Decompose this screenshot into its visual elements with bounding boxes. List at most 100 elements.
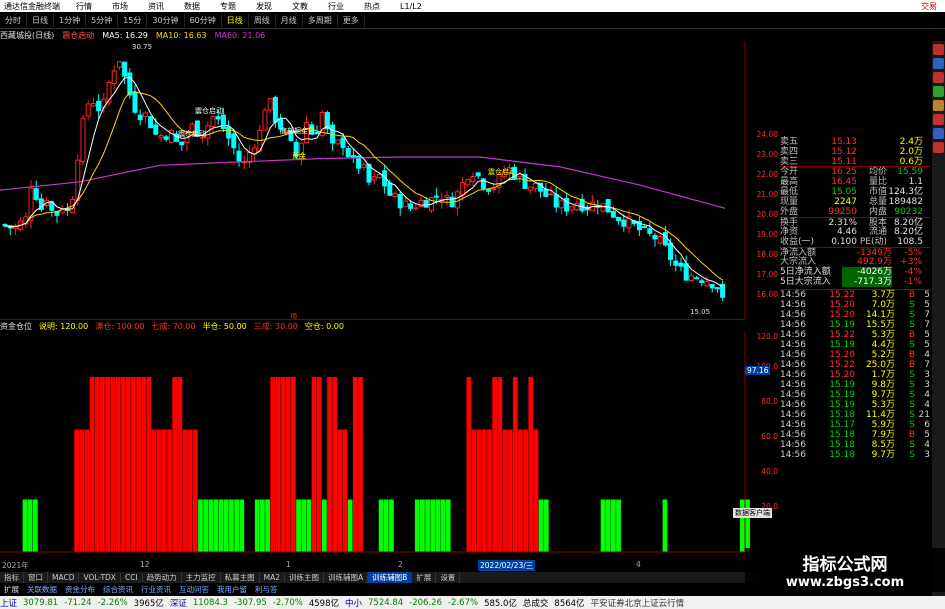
tab-cci[interactable]: CCI xyxy=(121,573,143,582)
position-bar xyxy=(616,499,621,552)
position-bar xyxy=(425,499,430,552)
period-monthly[interactable]: 月线 xyxy=(276,13,303,27)
turnover-value: 2.31% xyxy=(828,218,857,228)
tab-vol[interactable]: VOL-TDX xyxy=(79,573,121,582)
menu-item-discover[interactable]: 发现 xyxy=(246,1,282,12)
tick-row: 14:56 15.22 5.3万 B 5 xyxy=(780,330,930,340)
tab-macd[interactable]: MACD xyxy=(48,573,80,582)
tick-volume: 7.9万 xyxy=(871,430,895,440)
side-tool-icon[interactable] xyxy=(933,86,944,97)
period-weekly[interactable]: 周线 xyxy=(249,13,276,27)
period-daily-1[interactable]: 日线 xyxy=(27,13,54,27)
tab-extend[interactable]: 扩展 xyxy=(412,572,437,583)
tick-row: 14:56 15.18 7.9万 B 5 xyxy=(780,430,930,440)
candle-body xyxy=(236,150,242,163)
tick-row: 14:56 15.20 1.7万 S 3 xyxy=(780,370,930,380)
tick-side: S xyxy=(909,400,915,410)
side-tool-icon[interactable] xyxy=(933,72,944,83)
side-tool-icon[interactable] xyxy=(933,128,944,139)
candle-body xyxy=(101,98,107,109)
candle-body xyxy=(460,182,466,196)
sell4-vol: 2.0万 xyxy=(899,147,923,157)
period-5min[interactable]: 5分钟 xyxy=(86,13,119,27)
tab-settings[interactable]: 设置 xyxy=(436,572,461,583)
period-30min[interactable]: 30分钟 xyxy=(147,13,185,27)
avg-value: 15.59 xyxy=(897,167,923,177)
position-bar xyxy=(146,377,152,552)
period-multi[interactable]: 多周期 xyxy=(303,13,338,27)
quote-row: 最低 15.05 市值 124.3亿 xyxy=(780,187,930,197)
zx-index: 7524.84 xyxy=(368,597,404,608)
menu-item-quotes[interactable]: 行情 xyxy=(66,1,102,12)
candle-body xyxy=(532,183,538,189)
quote-row: 现量 2247 总量 189482 xyxy=(780,197,930,207)
info-tab-industry[interactable]: 行业资讯 xyxy=(137,584,175,595)
tick-count: 6 xyxy=(924,420,930,430)
low-value: 15.05 xyxy=(831,187,857,197)
candle-body xyxy=(699,280,705,284)
tick-list[interactable]: 14:56 15.22 3.7万 B 5 14:56 15.20 7.0万 S 5 14:56 15.… xyxy=(780,289,930,460)
sh-index: 3079.81 xyxy=(23,597,59,608)
price-tick: 17.00 xyxy=(756,270,778,279)
period-60min[interactable]: 60分钟 xyxy=(185,13,222,27)
bottom-annotation: 底部掘金日 xyxy=(280,126,315,135)
mktcap-label: 市值 xyxy=(868,187,887,197)
menu-item-hot[interactable]: 热点 xyxy=(354,1,390,12)
position-bar xyxy=(131,377,136,552)
tick-count: 4 xyxy=(924,350,930,360)
period-1min[interactable]: 1分钟 xyxy=(54,13,87,27)
quote-row: 外盘 99250 内盘 90232 xyxy=(780,207,930,217)
side-tool-icon[interactable] xyxy=(933,114,944,125)
info-tab-tag: 扩展 xyxy=(4,584,19,594)
tab-trend[interactable]: 趋势动力 xyxy=(143,572,182,583)
side-tool-icon[interactable] xyxy=(933,100,944,111)
position-bar-chart[interactable] xyxy=(0,332,760,560)
menu-item-industry[interactable]: 行业 xyxy=(318,1,354,12)
flow-row: 5日大宗流入 -717.3万 -1% xyxy=(780,277,930,287)
period-daily[interactable]: 日线 xyxy=(222,13,249,27)
menu-item-news[interactable]: 资讯 xyxy=(138,1,174,12)
sz-index: 11084.3 xyxy=(192,597,228,608)
tick-volume: 5.3万 xyxy=(871,330,895,340)
candle-body xyxy=(132,92,138,113)
tick-price: 15.18 xyxy=(829,410,855,420)
tab-train-main[interactable]: 训练主图 xyxy=(285,572,325,583)
position-bar xyxy=(523,429,528,552)
candlestick-chart[interactable]: 30.75 15.05 震仓启动 震仓启动 黄金 底部掘金日 震仓启动 顶 xyxy=(0,41,760,319)
period-15min[interactable]: 15分 xyxy=(118,13,148,27)
period-intraday[interactable]: 分时 xyxy=(0,13,27,27)
info-tab-news[interactable]: 综合资讯 xyxy=(99,584,137,595)
tab-monitor[interactable]: 主力监控 xyxy=(182,572,221,583)
period-more[interactable]: 更多 xyxy=(338,13,365,27)
menu-item-topics[interactable]: 专题 xyxy=(210,1,246,12)
side-tool-icon[interactable] xyxy=(933,142,944,153)
tab-indicator[interactable]: 指标 xyxy=(0,572,24,583)
tab-private[interactable]: 私募主图 xyxy=(221,572,260,583)
trade-button[interactable]: 交易 xyxy=(921,1,945,12)
menu-item-edu[interactable]: 文教 xyxy=(282,1,318,12)
tab-train-a[interactable]: 训练辅图A xyxy=(324,572,369,583)
tab-window[interactable]: 窗口 xyxy=(24,572,48,583)
signal-annotation-1: 震仓启动 xyxy=(178,129,206,138)
position-bar xyxy=(254,499,260,552)
menu-item-l1l2[interactable]: L1/L2 xyxy=(390,2,432,11)
position-bar xyxy=(533,429,539,552)
netflow-pct: -5% xyxy=(904,248,922,258)
tab-train-b[interactable]: 训练辅图B xyxy=(368,572,413,583)
menu-item-data[interactable]: 数据 xyxy=(174,1,210,12)
tab-ma2[interactable]: MA2 xyxy=(260,573,286,582)
info-tab-qa[interactable]: 互动问答 xyxy=(175,584,213,595)
side-tool-icon[interactable] xyxy=(933,58,944,69)
info-tab-answer[interactable]: 利与答 xyxy=(251,584,282,595)
indicator-desc: 说明: 120.00 xyxy=(39,321,89,331)
info-tab-related[interactable]: 关联数据 xyxy=(23,584,61,595)
tick-row: 14:56 15.17 5.9万 S 6 xyxy=(780,420,930,430)
position-bar xyxy=(662,499,668,552)
info-tab-user[interactable]: 我用户留 xyxy=(213,584,251,595)
price-tick: 21.00 xyxy=(756,190,778,199)
menu-item-market[interactable]: 市场 xyxy=(102,1,138,12)
candle-body xyxy=(387,182,393,196)
tick-volume: 7.0万 xyxy=(871,300,895,310)
info-tab-fund[interactable]: 资金分布 xyxy=(61,584,99,595)
side-tool-icon[interactable] xyxy=(933,44,944,55)
